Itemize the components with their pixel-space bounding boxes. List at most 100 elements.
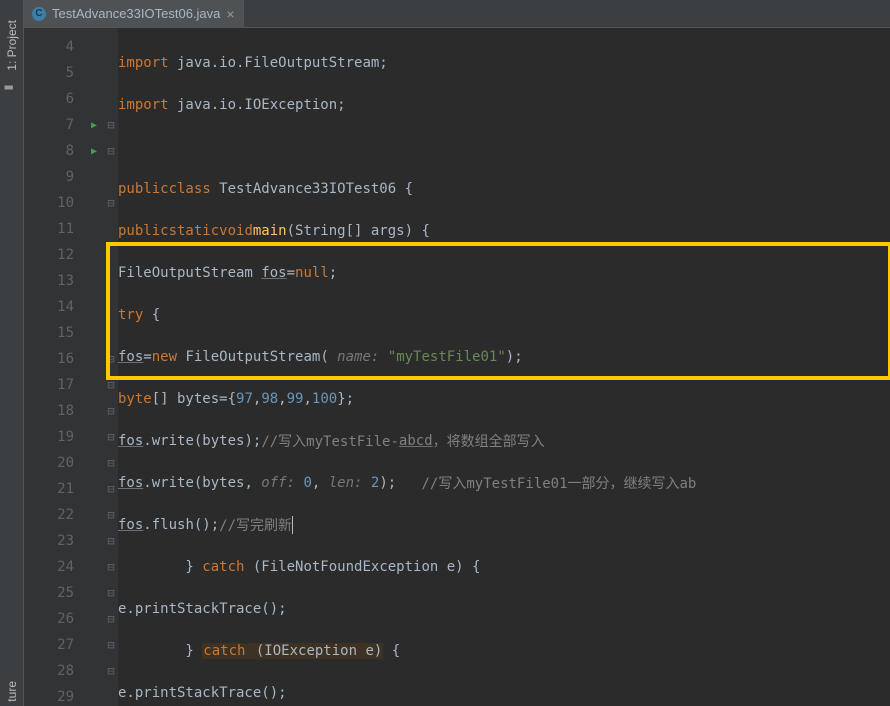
line-number[interactable]: 23 bbox=[24, 533, 84, 549]
keyword: public bbox=[118, 181, 169, 197]
structure-tool-button[interactable]: ture bbox=[5, 681, 19, 702]
fold-icon[interactable]: ⊟ bbox=[104, 352, 118, 366]
line-number[interactable]: 7 bbox=[24, 117, 84, 133]
caret-icon bbox=[292, 516, 293, 534]
fold-icon[interactable]: ⊟ bbox=[104, 118, 118, 132]
line-number[interactable]: 27 bbox=[24, 637, 84, 653]
folder-icon: ▬ bbox=[5, 79, 19, 95]
line-number[interactable]: 12 bbox=[24, 247, 84, 263]
keyword: import bbox=[118, 55, 169, 71]
fold-end-icon[interactable]: ⊟ bbox=[104, 612, 118, 626]
java-class-icon: C bbox=[32, 7, 46, 21]
number: 100 bbox=[312, 391, 337, 407]
line-number-gutter[interactable]: 4 5 6 7 8 9 10 11 12 13 14 15 16 17 18 1… bbox=[24, 28, 84, 706]
tab-bar[interactable]: C TestAdvance33IOTest06.java × bbox=[24, 0, 890, 28]
code-text: (FileNotFoundException e) { bbox=[244, 559, 480, 575]
variable: fos bbox=[118, 433, 143, 449]
code-area[interactable]: import java.io.FileOutputStream; import … bbox=[118, 28, 890, 706]
comment: abcd bbox=[399, 433, 433, 449]
code-text: = bbox=[287, 265, 295, 281]
class-name: TestAdvance33IOTest06 bbox=[211, 181, 405, 197]
number: 0 bbox=[303, 475, 311, 491]
tool-window-sidebar[interactable]: 1: Project ▬ ture bbox=[0, 0, 24, 706]
code-text: java.io.FileOutputStream; bbox=[169, 55, 388, 71]
run-icon[interactable]: ▶ bbox=[84, 120, 104, 131]
code-text: [] bytes={ bbox=[152, 391, 236, 407]
number: 2 bbox=[371, 475, 379, 491]
param-hint: off: bbox=[253, 475, 304, 491]
keyword: public bbox=[118, 223, 169, 239]
code-text: .write(bytes); bbox=[143, 433, 261, 449]
editor-main: C TestAdvance33IOTest06.java × 4 5 6 7 8… bbox=[24, 0, 890, 706]
line-number[interactable]: 10 bbox=[24, 195, 84, 211]
line-number[interactable]: 28 bbox=[24, 663, 84, 679]
number: 97 bbox=[236, 391, 253, 407]
code-text: java.io.IOException; bbox=[169, 97, 346, 113]
line-number[interactable]: 13 bbox=[24, 273, 84, 289]
line-number[interactable]: 26 bbox=[24, 611, 84, 627]
code-text: (String[] args) { bbox=[287, 223, 430, 239]
fold-icon[interactable]: ⊟ bbox=[104, 482, 118, 496]
fold-icon[interactable]: ⊟ bbox=[104, 456, 118, 470]
param-hint: name: bbox=[329, 349, 388, 365]
code-text: e.printStackTrace(); bbox=[118, 685, 287, 701]
code-text: .flush(); bbox=[143, 517, 219, 533]
keyword: catch bbox=[202, 643, 246, 659]
comment: //写入myTestFile01一部分，继续写入ab bbox=[422, 473, 697, 493]
editor-tab[interactable]: C TestAdvance33IOTest06.java × bbox=[24, 0, 244, 27]
keyword: static bbox=[169, 223, 220, 239]
fold-end-icon[interactable]: ⊟ bbox=[104, 664, 118, 678]
line-number[interactable]: 18 bbox=[24, 403, 84, 419]
line-number[interactable]: 22 bbox=[24, 507, 84, 523]
line-number[interactable]: 11 bbox=[24, 221, 84, 237]
type: FileOutputStream bbox=[118, 265, 261, 281]
line-number[interactable]: 5 bbox=[24, 65, 84, 81]
line-number[interactable]: 21 bbox=[24, 481, 84, 497]
fold-gutter[interactable]: ⊟ ⊟ ⊟ ⊟ ⊟ ⊟ ⊟ ⊟ ⊟ ⊟ ⊟ ⊟ ⊟ ⊟ ⊟ ⊟ bbox=[104, 28, 118, 706]
line-number[interactable]: 19 bbox=[24, 429, 84, 445]
fold-end-icon[interactable]: ⊟ bbox=[104, 586, 118, 600]
code-text: (IOException e) bbox=[246, 643, 383, 659]
line-number[interactable]: 6 bbox=[24, 91, 84, 107]
number: 98 bbox=[261, 391, 278, 407]
fold-end-icon[interactable]: ⊟ bbox=[104, 378, 118, 392]
fold-end-icon[interactable]: ⊟ bbox=[104, 430, 118, 444]
line-number[interactable]: 25 bbox=[24, 585, 84, 601]
run-marker-gutter[interactable]: ▶ ▶ bbox=[84, 28, 104, 706]
method-name: main bbox=[253, 223, 287, 239]
fold-icon[interactable]: ⊟ bbox=[104, 404, 118, 418]
line-number[interactable]: 9 bbox=[24, 169, 84, 185]
project-tool-button[interactable]: 1: Project bbox=[5, 20, 19, 71]
line-number[interactable]: 20 bbox=[24, 455, 84, 471]
code-text: FileOutputStream( bbox=[177, 349, 329, 365]
line-number[interactable]: 17 bbox=[24, 377, 84, 393]
number: 99 bbox=[287, 391, 304, 407]
code-editor[interactable]: 4 5 6 7 8 9 10 11 12 13 14 15 16 17 18 1… bbox=[24, 28, 890, 706]
keyword: class bbox=[169, 181, 211, 197]
fold-end-icon[interactable]: ⊟ bbox=[104, 534, 118, 548]
line-number[interactable]: 16 bbox=[24, 351, 84, 367]
variable: fos bbox=[118, 517, 143, 533]
line-number[interactable]: 24 bbox=[24, 559, 84, 575]
fold-icon[interactable]: ⊟ bbox=[104, 196, 118, 210]
tab-filename: TestAdvance33IOTest06.java bbox=[52, 6, 220, 21]
line-number[interactable]: 14 bbox=[24, 299, 84, 315]
keyword: import bbox=[118, 97, 169, 113]
fold-end-icon[interactable]: ⊟ bbox=[104, 638, 118, 652]
comment: //写入myTestFile- bbox=[261, 431, 399, 451]
run-icon[interactable]: ▶ bbox=[84, 146, 104, 157]
line-number[interactable]: 29 bbox=[24, 689, 84, 705]
comment: ，将数组全部写入 bbox=[433, 431, 545, 451]
comment: //写完刷新 bbox=[219, 515, 292, 535]
keyword: new bbox=[152, 349, 177, 365]
fold-icon[interactable]: ⊟ bbox=[104, 560, 118, 574]
fold-icon[interactable]: ⊟ bbox=[104, 144, 118, 158]
line-number[interactable]: 8 bbox=[24, 143, 84, 159]
close-icon[interactable]: × bbox=[226, 6, 234, 22]
variable: fos bbox=[118, 475, 143, 491]
line-number[interactable]: 4 bbox=[24, 39, 84, 55]
variable: fos bbox=[261, 265, 286, 281]
fold-icon[interactable]: ⊟ bbox=[104, 508, 118, 522]
line-number[interactable]: 15 bbox=[24, 325, 84, 341]
keyword: void bbox=[219, 223, 253, 239]
